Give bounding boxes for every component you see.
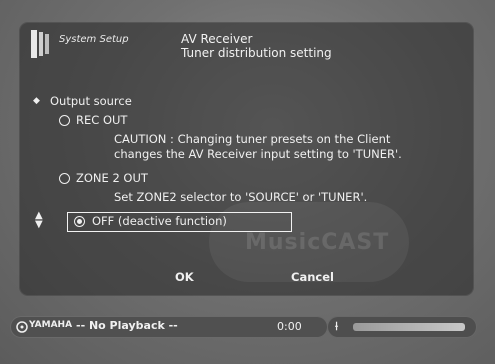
option-off[interactable]: OFF (deactive function) bbox=[67, 212, 292, 232]
ok-button[interactable]: OK bbox=[175, 270, 194, 284]
option-label-rec-out: REC OUT bbox=[76, 113, 128, 127]
page-title: AV Receiver Tuner distribution setting bbox=[181, 32, 332, 60]
screen: MusicCAST System Setup AV Receiver Tuner… bbox=[0, 0, 495, 364]
page-title-line2: Tuner distribution setting bbox=[181, 46, 332, 60]
rec-out-note-line1: CAUTION : Changing tuner presets on the … bbox=[114, 132, 391, 146]
section-label: Output source bbox=[50, 94, 132, 108]
diamond-bullet-icon: ◆ bbox=[33, 96, 40, 106]
option-label-zone2-out: ZONE 2 OUT bbox=[76, 171, 148, 185]
background-watermark: MusicCAST bbox=[245, 230, 390, 255]
rec-out-note-line2: changes the AV Receiver input setting to… bbox=[114, 147, 402, 161]
playback-status-bar: YAMAHA -- No Playback -- 0:00 bbox=[10, 316, 328, 338]
zone2-out-note: Set ZONE2 selector to 'SOURCE' or 'TUNER… bbox=[114, 190, 368, 204]
volume-level-icon: ⟊ bbox=[335, 319, 339, 333]
playback-time: 0:00 bbox=[277, 320, 302, 333]
brand-label: YAMAHA bbox=[29, 320, 73, 330]
radio-off[interactable] bbox=[74, 216, 85, 227]
page-title-line1: AV Receiver bbox=[181, 32, 253, 46]
radio-rec-out[interactable] bbox=[59, 115, 70, 126]
yamaha-logo-icon bbox=[16, 321, 28, 333]
volume-panel: ⟊ bbox=[327, 316, 477, 338]
setup-book-icon bbox=[31, 30, 49, 58]
app-name: System Setup bbox=[59, 34, 129, 45]
playback-status: -- No Playback -- bbox=[76, 319, 178, 332]
up-down-arrows-icon[interactable]: ▲ ▼ bbox=[35, 211, 43, 230]
setup-panel: MusicCAST System Setup AV Receiver Tuner… bbox=[19, 22, 474, 296]
option-label-off: OFF (deactive function) bbox=[92, 214, 227, 228]
volume-level-bar bbox=[353, 323, 465, 331]
radio-zone2-out[interactable] bbox=[59, 173, 70, 184]
cancel-button[interactable]: Cancel bbox=[291, 270, 334, 284]
